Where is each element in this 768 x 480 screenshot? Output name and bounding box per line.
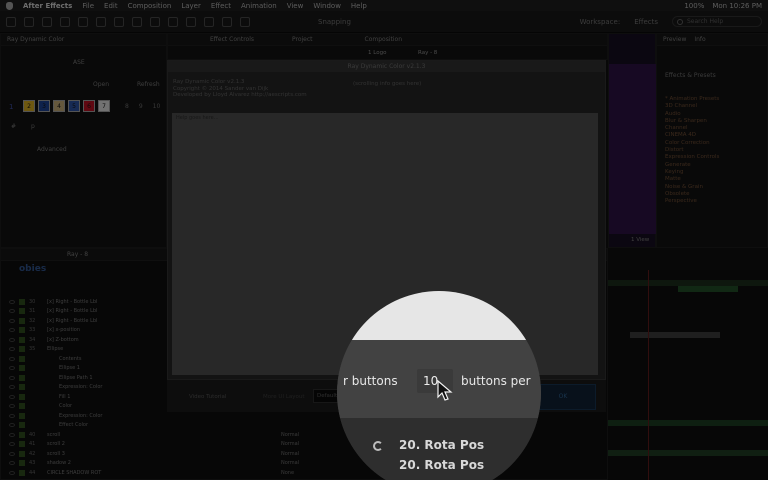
magnified-layer-rows: 20. Rota Pos 20. Rota Pos bbox=[337, 418, 541, 480]
spiral-icon bbox=[373, 441, 383, 451]
magnified-options-row: r buttons 10 buttons per bbox=[337, 340, 541, 418]
layer-row: 20. Rota Pos bbox=[399, 438, 485, 452]
layer-row: 20. Rota Pos bbox=[399, 458, 485, 472]
buttons-label: r buttons bbox=[343, 374, 398, 388]
mouse-cursor-icon bbox=[437, 380, 453, 401]
buttons-per-label: buttons per bbox=[461, 374, 531, 388]
magnified-help-area bbox=[337, 291, 541, 340]
zoom-magnifier: r buttons 10 buttons per 20. Rota Pos 20… bbox=[337, 291, 541, 480]
